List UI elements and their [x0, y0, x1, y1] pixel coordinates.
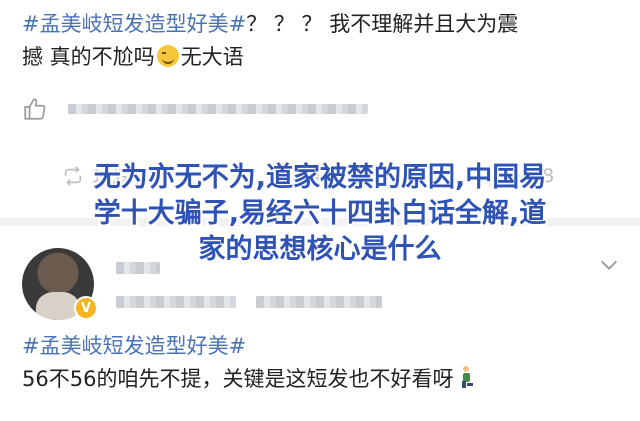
overlay-line-2: 学十大骗子,易经六十四卦白话全解,道 — [93, 198, 547, 229]
overlay-line-1: 无为亦无不为,道家被禁的原因,中国易 — [93, 162, 547, 193]
comment-hashtag-link[interactable]: #孟美岐短发造型好美# — [22, 334, 246, 358]
blurred-meta-1 — [116, 296, 236, 308]
liked-by-row — [22, 94, 368, 124]
thumbs-up-outline-icon[interactable] — [22, 96, 48, 122]
post-text-line2: 撼 真的不尬吗 — [22, 45, 155, 69]
post-text-line1: ？ ？ ？ 我不理解并且大为震 — [246, 12, 519, 36]
grinning-sweat-emoji-icon — [156, 45, 179, 67]
kneeling-person-icon — [462, 366, 474, 388]
blurred-liker-names — [68, 104, 368, 114]
comment-text: 56不56的咱先不提，关键是这短发也不好看呀 — [22, 367, 454, 391]
blurred-meta-2 — [256, 296, 382, 308]
overlay-headline: 无为亦无不为,道家被禁的原因,中国易 学十大骗子,易经六十四卦白话全解,道 家的… — [10, 160, 630, 268]
verified-badge-icon: V — [74, 296, 98, 320]
comment-body: #孟美岐短发造型好美# 56不56的咱先不提，关键是这短发也不好看呀 — [22, 330, 622, 396]
post-text-line2-tail: 无大语 — [180, 45, 244, 69]
post-body: #孟美岐短发造型好美#？ ？ ？ 我不理解并且大为震 撼 真的不尬吗 无大语 — [22, 8, 622, 74]
overlay-line-3: 家的思想核心是什么 — [198, 234, 442, 265]
post-hashtag-link[interactable]: #孟美岐短发造型好美# — [22, 12, 246, 36]
